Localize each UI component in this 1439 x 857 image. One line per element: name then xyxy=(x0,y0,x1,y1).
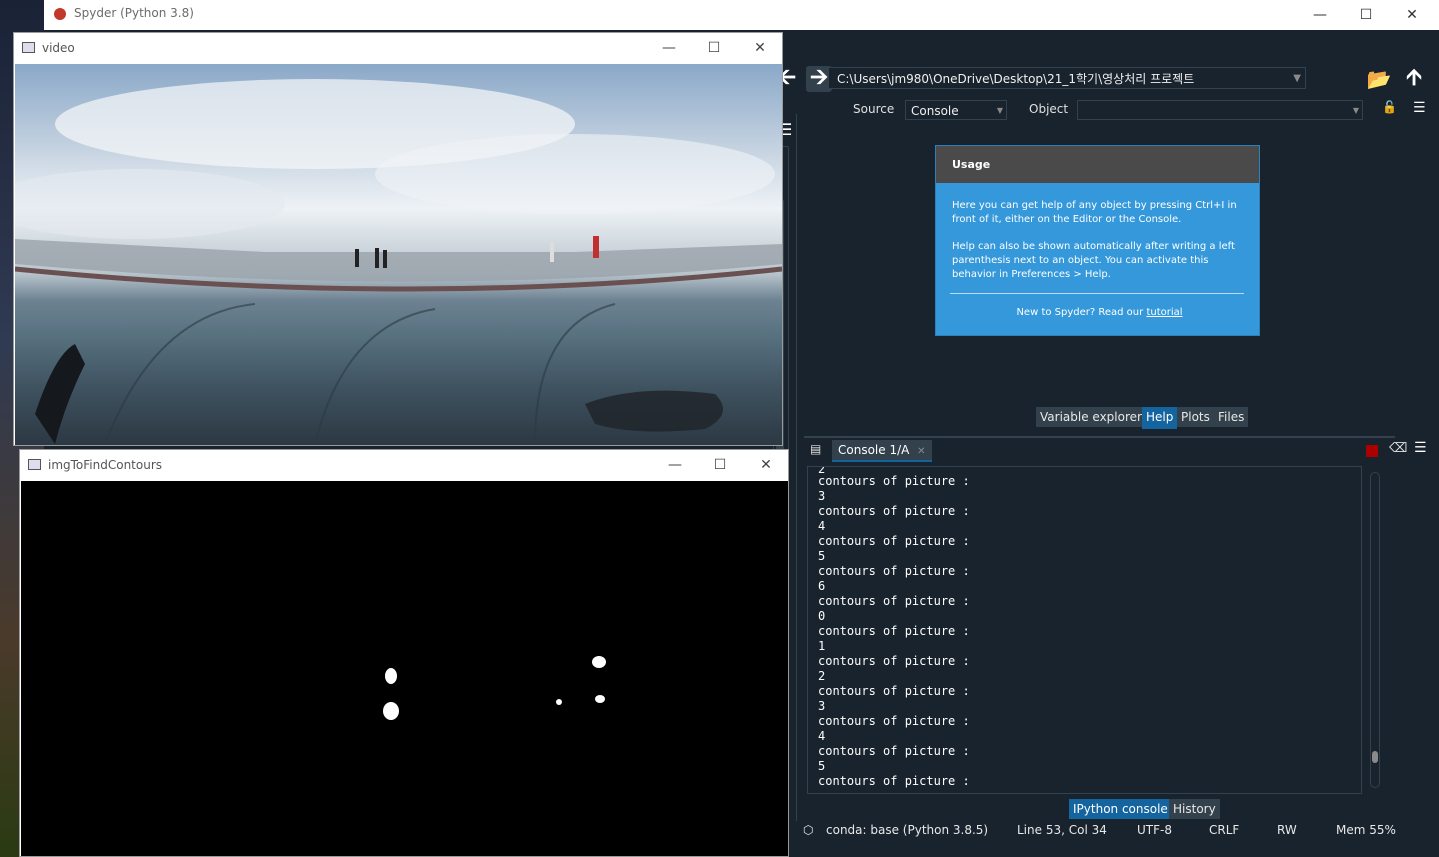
eraser-icon[interactable]: ⌫ xyxy=(1389,441,1407,456)
tab-variable-explorer[interactable]: Variable explorer xyxy=(1036,407,1146,427)
console-line: 3 xyxy=(818,699,826,713)
close-tab-icon[interactable]: ✕ xyxy=(917,446,925,457)
usage-tutorial-prefix: New to Spyder? Read our xyxy=(1016,307,1147,318)
parent-directory-icon[interactable]: 🡩 xyxy=(1401,65,1427,92)
chevron-down-icon: ▼ xyxy=(1352,106,1359,115)
console-line: 3 xyxy=(818,489,826,503)
source-label: Source xyxy=(853,102,895,116)
console-line: 4 xyxy=(818,729,826,743)
console-line: 0 xyxy=(818,609,826,623)
chevron-down-icon[interactable]: ▼ xyxy=(1293,68,1301,90)
object-input[interactable]: ▼ xyxy=(1077,100,1363,120)
usage-paragraph-2: Help can also be shown automatically aft… xyxy=(952,241,1235,280)
tab-console-1[interactable]: Console 1/A ✕ xyxy=(832,440,932,462)
status-eol: CRLF xyxy=(1209,823,1240,837)
video-window: video — ☐ ✕ xyxy=(13,32,783,446)
spyder-titlebar[interactable]: Spyder (Python 3.8) — ☐ ✕ xyxy=(44,0,1439,31)
console-line: 4 xyxy=(818,519,826,533)
console-line: 2 xyxy=(818,669,826,683)
contours-image xyxy=(21,481,788,856)
working-directory-input[interactable]: C:\Users\jm980\OneDrive\Desktop\21_1학기\영… xyxy=(828,67,1306,89)
contours-titlebar[interactable]: imgToFindContours — ☐ ✕ xyxy=(20,450,788,480)
console-tab-label: Console 1/A xyxy=(838,443,910,457)
console-line: contours of picture : xyxy=(818,714,970,728)
contours-window: imgToFindContours — ☐ ✕ xyxy=(19,449,789,857)
console-line: 6 xyxy=(818,579,826,593)
window-app-icon xyxy=(22,42,35,53)
close-button[interactable]: ✕ xyxy=(1389,0,1435,30)
status-bar: ⬡ conda: base (Python 3.8.5) Line 53, Co… xyxy=(745,821,1396,841)
usage-title: Usage xyxy=(936,146,1259,183)
console-options-menu-icon[interactable]: ☰ xyxy=(1414,440,1427,456)
new-window-icon[interactable]: ▤ xyxy=(810,442,821,456)
tab-help[interactable]: Help xyxy=(1142,407,1178,429)
tutorial-link[interactable]: tutorial xyxy=(1146,307,1182,318)
stop-icon[interactable] xyxy=(1366,445,1378,457)
lock-icon[interactable]: 🔓 xyxy=(1382,100,1397,114)
console-line: contours of picture : xyxy=(818,654,970,668)
console-line: contours of picture : xyxy=(818,594,970,608)
window-title: Spyder (Python 3.8) xyxy=(74,6,194,20)
conda-icon: ⬡ xyxy=(803,823,814,837)
contour-blobs xyxy=(383,656,606,720)
folder-open-icon[interactable]: 📂 xyxy=(1366,66,1392,92)
spyder-logo-icon xyxy=(54,8,66,20)
usage-paragraph-3: New to Spyder? Read our tutorial xyxy=(952,306,1247,320)
minimize-button[interactable]: — xyxy=(652,450,698,480)
console-scrollbar[interactable] xyxy=(1370,472,1380,788)
usage-divider xyxy=(950,293,1244,294)
status-memory: Mem 55% xyxy=(1336,823,1396,837)
close-button[interactable]: ✕ xyxy=(743,450,788,480)
console-line: contours of picture : xyxy=(818,474,970,488)
chevron-down-icon: ▼ xyxy=(996,106,1003,115)
tab-history[interactable]: History xyxy=(1169,799,1220,819)
console-scrollbar-thumb[interactable] xyxy=(1372,751,1378,763)
console-line: contours of picture : xyxy=(818,624,970,638)
usage-panel: Usage Here you can get help of any objec… xyxy=(935,145,1260,336)
console-line: contours of picture : xyxy=(818,534,970,548)
close-button[interactable]: ✕ xyxy=(737,33,782,63)
console-line: contours of picture : xyxy=(818,684,970,698)
status-permissions: RW xyxy=(1277,823,1297,837)
console-line: contours of picture : xyxy=(818,564,970,578)
maximize-button[interactable]: ☐ xyxy=(691,33,737,63)
console-line: 5 xyxy=(818,549,826,563)
maximize-button[interactable]: ☐ xyxy=(697,450,743,480)
status-cursor-position: Line 53, Col 34 xyxy=(1017,823,1107,837)
help-options-menu-icon[interactable]: ☰ xyxy=(1413,100,1426,116)
usage-paragraph-1: Here you can get help of any object by p… xyxy=(952,200,1237,225)
working-directory-path: C:\Users\jm980\OneDrive\Desktop\21_1학기\영… xyxy=(837,72,1195,86)
source-select-value: Console xyxy=(911,104,959,118)
panorama-scene xyxy=(14,79,782,445)
video-frame xyxy=(14,64,782,445)
working-directory-toolbar: 🡨 🡪 C:\Users\jm980\OneDrive\Desktop\21_1… xyxy=(738,62,1422,94)
minimize-button[interactable]: — xyxy=(1297,0,1343,30)
tab-ipython-console[interactable]: IPython console xyxy=(1069,799,1172,819)
status-env: conda: base (Python 3.8.5) xyxy=(826,823,989,837)
video-titlebar[interactable]: video — ☐ ✕ xyxy=(14,33,782,63)
console-line: 5 xyxy=(818,759,826,773)
console-line: contours of picture : xyxy=(818,504,970,518)
console-line: 1 xyxy=(818,639,826,653)
console-output[interactable]: 2 contours of picture : 3 contours of pi… xyxy=(807,466,1362,794)
source-select[interactable]: Console ▼ xyxy=(905,100,1007,120)
tab-plots[interactable]: Plots xyxy=(1177,407,1214,427)
object-label: Object xyxy=(1029,102,1069,116)
video-window-title: video xyxy=(42,41,75,55)
window-app-icon xyxy=(28,459,41,470)
tab-files[interactable]: Files xyxy=(1214,407,1249,427)
maximize-button[interactable]: ☐ xyxy=(1343,0,1389,30)
status-encoding: UTF-8 xyxy=(1137,823,1172,837)
console-line: contours of picture : xyxy=(818,774,970,788)
contours-window-title: imgToFindContours xyxy=(48,458,163,472)
minimize-button[interactable]: — xyxy=(646,33,692,63)
console-line: contours of picture : xyxy=(818,744,970,758)
